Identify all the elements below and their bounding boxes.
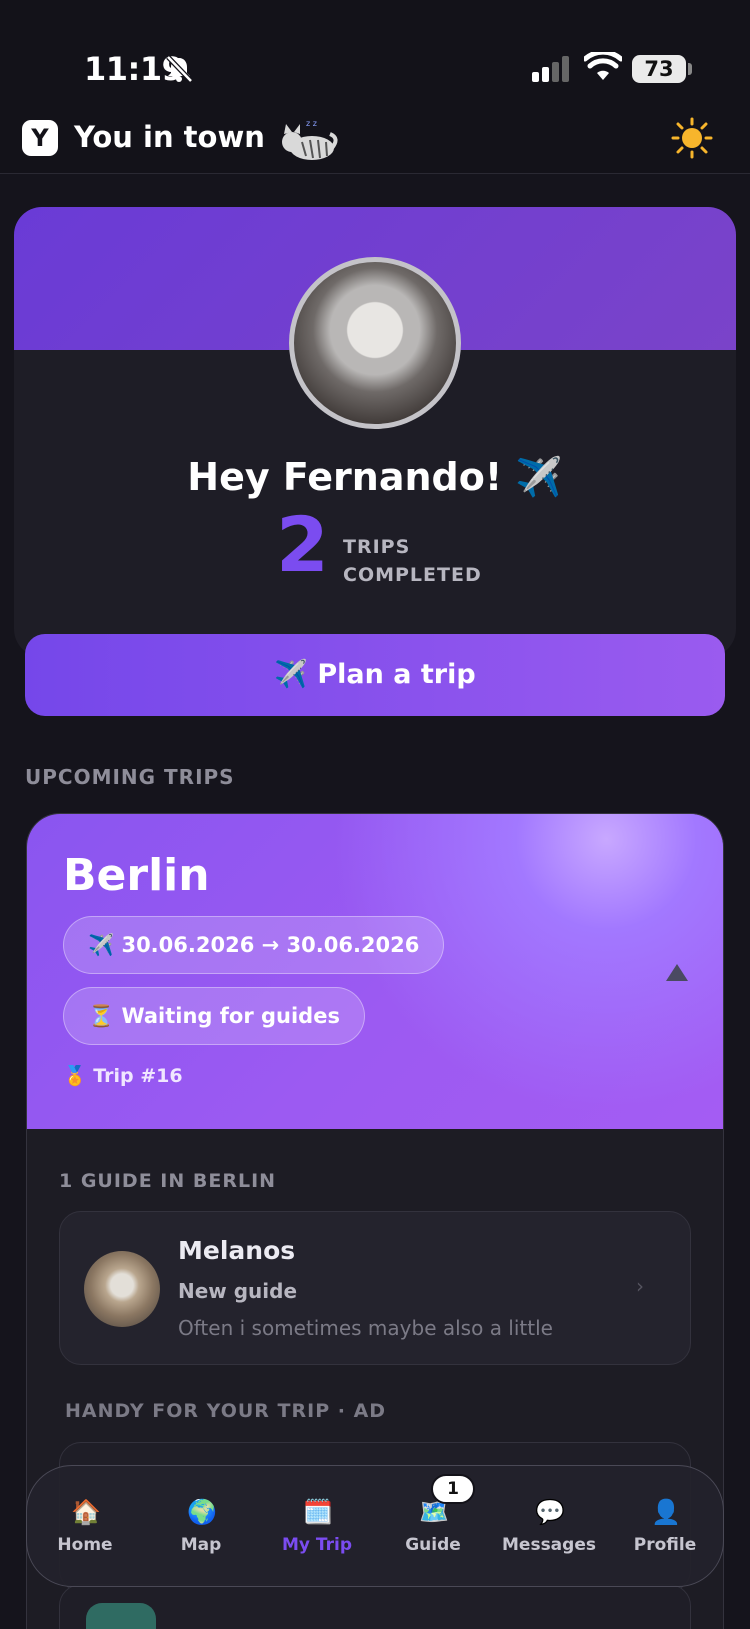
trip-number: 🏅 Trip #16 [63, 1065, 183, 1087]
sleeping-cat-icon: z z [282, 119, 338, 160]
ad-card[interactable] [59, 1584, 691, 1629]
profile-card: Hey Fernando! ✈️ 2 TRIPS COMPLETED [14, 207, 736, 657]
battery-indicator: 73 [632, 55, 686, 83]
status-bar: 11:19 73 [0, 0, 750, 110]
sun-icon[interactable] [670, 116, 714, 160]
trip-city: Berlin [63, 850, 210, 901]
guide-name: Melanos [178, 1236, 296, 1265]
cellular-signal-icon [532, 56, 569, 82]
tab-messages[interactable]: 💬 Messages [491, 1466, 607, 1588]
tab-label: Home [57, 1535, 113, 1555]
trip-dates-pill: ✈️ 30.06.2026 → 30.06.2026 [63, 916, 445, 974]
ad-section-label: HANDY FOR YOUR TRIP · AD [65, 1400, 387, 1422]
bell-muted-icon [166, 55, 193, 83]
user-avatar[interactable] [289, 257, 461, 429]
tab-label: Profile [633, 1535, 697, 1555]
trip-status-pill: ⏳ Waiting for guides [63, 987, 365, 1045]
tab-label: Map [180, 1535, 222, 1555]
calendar-icon: 🗓️ [303, 1498, 333, 1526]
collapse-triangle-icon[interactable] [665, 962, 689, 982]
home-icon: 🏠 [71, 1498, 101, 1526]
tab-home[interactable]: 🏠 Home [27, 1466, 143, 1588]
guides-count-label: 1 GUIDE IN BERLIN [59, 1170, 277, 1192]
app-title: You in town [74, 120, 265, 154]
plan-trip-button[interactable]: ✈️ Plan a trip [25, 634, 725, 716]
guide-bio: Often i sometimes maybe also a little [178, 1316, 553, 1340]
tab-guide[interactable]: 🗺️ 1 Guide [375, 1466, 491, 1588]
trips-label-line1: TRIPS [343, 536, 411, 558]
tab-map[interactable]: 🌍 Map [143, 1466, 259, 1588]
upcoming-trips-label: UPCOMING TRIPS [25, 765, 235, 789]
bottom-tab-bar: 🏠 Home 🌍 Map 🗓️ My Trip 🗺️ 1 Guide 💬 Mes… [26, 1465, 724, 1587]
battery-tip [688, 63, 692, 75]
ad-app-icon [86, 1603, 156, 1629]
chevron-right-icon: › [636, 1274, 644, 1298]
trip-card-header[interactable]: Berlin ✈️ 30.06.2026 → 30.06.2026 ⏳ Wait… [27, 814, 723, 1129]
guide-avatar [84, 1251, 160, 1327]
tab-label: My Trip [281, 1535, 353, 1555]
speech-bubble-icon: 💬 [535, 1498, 565, 1526]
trips-completed-count: 2 [276, 500, 329, 589]
tab-profile[interactable]: 👤 Profile [607, 1466, 723, 1588]
app-header: Y You in town z z [0, 110, 750, 174]
globe-icon: 🌍 [187, 1498, 217, 1526]
trips-completed-label: TRIPS COMPLETED [343, 533, 503, 589]
tab-label: Guide [405, 1535, 461, 1555]
guide-role: New guide [178, 1279, 298, 1303]
tab-my-trip[interactable]: 🗓️ My Trip [259, 1466, 375, 1588]
svg-text:z z: z z [306, 119, 317, 128]
greeting-heading: Hey Fernando! ✈️ [187, 455, 563, 499]
trips-label-line2: COMPLETED [343, 564, 482, 586]
guide-card[interactable]: Melanos New guide Often i sometimes mayb… [59, 1211, 691, 1365]
app-logo[interactable]: Y [22, 120, 58, 156]
wifi-icon [584, 52, 622, 80]
person-icon: 👤 [651, 1498, 681, 1526]
tab-label: Messages [502, 1535, 596, 1555]
notification-badge: 1 [431, 1474, 475, 1504]
